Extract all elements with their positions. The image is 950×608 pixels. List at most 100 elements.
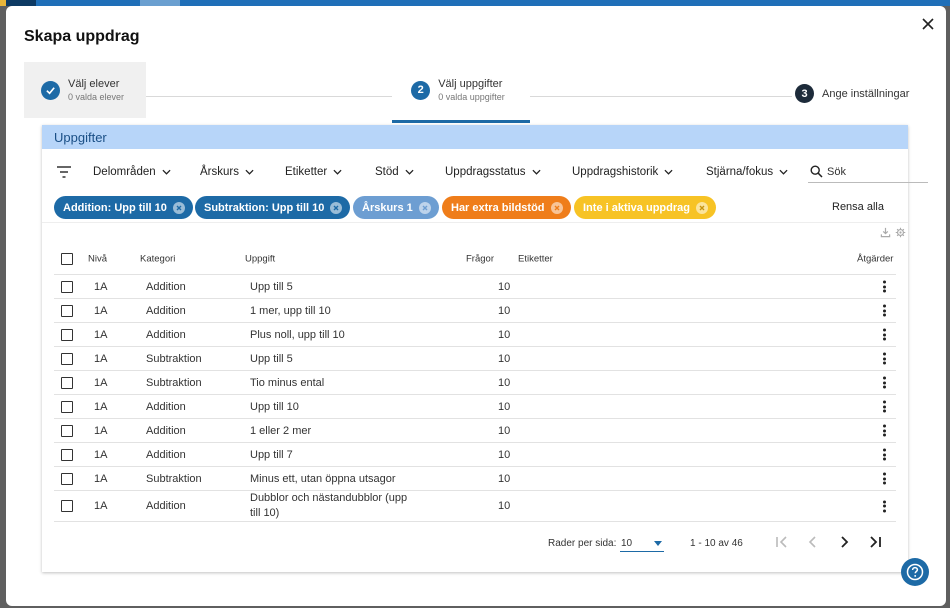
step-title: Ange inställningar xyxy=(822,87,910,100)
kebab-icon xyxy=(883,472,887,485)
stepper: Välj elever 0 valda elever 2 Välj uppgif… xyxy=(6,62,946,124)
table-row[interactable]: 1A Addition Upp till 5 10 xyxy=(54,275,896,299)
step-settings[interactable]: 3 Ange inställningar xyxy=(795,84,909,103)
rows-per-page-select[interactable]: 10 xyxy=(620,532,664,552)
cell-questions: 10 xyxy=(498,500,511,512)
row-actions-button[interactable] xyxy=(883,279,887,294)
row-actions-button[interactable] xyxy=(883,499,887,514)
rows-per-page-label: Rader per sida: xyxy=(548,538,617,549)
clear-all-button[interactable]: Rensa alla xyxy=(832,201,884,213)
help-button[interactable] xyxy=(901,558,929,586)
table-row[interactable]: 1A Addition Plus noll, upp till 10 10 xyxy=(54,323,896,347)
row-checkbox[interactable] xyxy=(61,448,73,461)
step-select-tasks[interactable]: 2 Välj uppgifter 0 valda uppgifter xyxy=(392,62,530,118)
filter-toggle-button[interactable] xyxy=(56,165,72,179)
row-checkbox[interactable] xyxy=(61,500,73,512)
cell-level: 1A xyxy=(94,448,108,461)
row-actions-button[interactable] xyxy=(883,471,887,486)
row-checkbox[interactable] xyxy=(61,352,73,365)
table-row[interactable]: 1A Addition 1 eller 2 mer 10 xyxy=(54,419,896,443)
filter-chip[interactable]: Årskurs 1 xyxy=(353,196,439,219)
cell-questions: 10 xyxy=(498,448,511,461)
chip-label: Addition: Upp till 10 xyxy=(63,201,167,214)
row-actions-button[interactable] xyxy=(883,399,887,414)
row-actions-button[interactable] xyxy=(883,351,887,366)
filter-assignment-status[interactable]: Uppdragsstatus xyxy=(445,166,541,178)
row-checkbox[interactable] xyxy=(61,376,73,389)
previous-page-button[interactable] xyxy=(805,534,821,550)
cell-task: Upp till 5 xyxy=(250,352,293,365)
download-icon[interactable] xyxy=(880,227,891,238)
row-actions-button[interactable] xyxy=(883,423,887,438)
column-header-task[interactable]: Uppgift xyxy=(245,253,275,264)
active-step-indicator xyxy=(392,120,530,123)
close-button[interactable] xyxy=(918,14,938,34)
table-row[interactable]: 1A Addition Upp till 7 10 xyxy=(54,443,896,467)
row-actions-button[interactable] xyxy=(883,375,887,390)
table-row[interactable]: 1A Subtraktion Minus ett, utan öppna uts… xyxy=(54,467,896,491)
row-checkbox[interactable] xyxy=(61,424,73,437)
filter-tags[interactable]: Etiketter xyxy=(285,166,342,178)
last-page-button[interactable] xyxy=(867,534,883,550)
filter-chip[interactable]: Addition: Upp till 10 xyxy=(54,196,193,219)
row-checkbox[interactable] xyxy=(61,304,73,317)
filter-chip[interactable]: Subtraktion: Upp till 10 xyxy=(195,196,351,219)
tasks-table: Nivå Kategori Uppgift Frågor Etiketter Å… xyxy=(54,243,896,522)
column-header-category[interactable]: Kategori xyxy=(140,253,175,264)
step-title: Välj uppgifter xyxy=(438,78,503,90)
row-actions-button[interactable] xyxy=(883,447,887,462)
x-circle-icon xyxy=(422,205,428,210)
column-header-tags[interactable]: Etiketter xyxy=(518,253,553,264)
chevron-down-icon xyxy=(333,169,342,175)
cell-level: 1A xyxy=(94,304,108,317)
cell-task: Upp till 7 xyxy=(250,448,293,461)
filter-subareas[interactable]: Delområden xyxy=(93,166,171,178)
table-row[interactable]: 1A Subtraktion Tio minus ental 10 xyxy=(54,371,896,395)
cell-level: 1A xyxy=(94,352,108,365)
row-checkbox[interactable] xyxy=(61,328,73,341)
x-circle-icon xyxy=(554,205,560,210)
cell-task: Dubblor och nästandubblor (upp till 10) xyxy=(250,492,408,519)
cell-category: Subtraktion xyxy=(146,376,202,389)
filter-assignment-history[interactable]: Uppdragshistorik xyxy=(572,166,673,178)
search-icon xyxy=(810,165,823,178)
first-page-icon xyxy=(776,536,787,548)
step-select-students[interactable]: Välj elever 0 valda elever xyxy=(24,62,146,118)
filter-support[interactable]: Stöd xyxy=(375,166,414,178)
gear-icon[interactable] xyxy=(895,227,906,238)
chip-label: Årskurs 1 xyxy=(362,201,413,214)
table-row[interactable]: 1A Addition Dubblor och nästandubblor (u… xyxy=(54,491,896,522)
table-row[interactable]: 1A Subtraktion Upp till 5 10 xyxy=(54,347,896,371)
row-actions-button[interactable] xyxy=(883,327,887,342)
table-row[interactable]: 1A Addition Upp till 10 10 xyxy=(54,395,896,419)
row-actions-button[interactable] xyxy=(883,303,887,318)
chip-remove-button[interactable] xyxy=(550,201,563,214)
row-checkbox[interactable] xyxy=(61,280,73,293)
prev-page-icon xyxy=(808,536,816,548)
chip-remove-button[interactable] xyxy=(172,201,185,214)
kebab-icon xyxy=(883,500,887,512)
cell-category: Addition xyxy=(146,280,186,293)
table-tools xyxy=(880,227,906,238)
first-page-button[interactable] xyxy=(774,534,790,550)
filter-star-focus[interactable]: Stjärna/fokus xyxy=(706,166,788,178)
column-header-level[interactable]: Nivå xyxy=(88,253,107,264)
chip-remove-button[interactable] xyxy=(695,201,708,214)
chip-remove-button[interactable] xyxy=(418,201,431,214)
row-checkbox[interactable] xyxy=(61,400,73,413)
cell-category: Addition xyxy=(146,400,186,413)
chevron-down-icon xyxy=(245,169,254,175)
cell-questions: 10 xyxy=(498,328,511,341)
column-header-questions[interactable]: Frågor xyxy=(466,253,494,264)
table-row[interactable]: 1A Addition 1 mer, upp till 10 10 xyxy=(54,299,896,323)
row-checkbox[interactable] xyxy=(61,472,73,485)
chip-remove-button[interactable] xyxy=(330,201,343,214)
next-page-button[interactable] xyxy=(836,534,852,550)
filter-chip[interactable]: Har extra bildstöd xyxy=(442,196,571,219)
cell-level: 1A xyxy=(94,376,108,389)
filter-chip[interactable]: Inte i aktiva uppdrag xyxy=(574,196,716,219)
search-input[interactable] xyxy=(827,165,923,178)
filter-grade[interactable]: Årskurs xyxy=(200,166,254,178)
select-all-checkbox[interactable] xyxy=(61,252,73,265)
chevron-down-icon xyxy=(532,169,541,175)
